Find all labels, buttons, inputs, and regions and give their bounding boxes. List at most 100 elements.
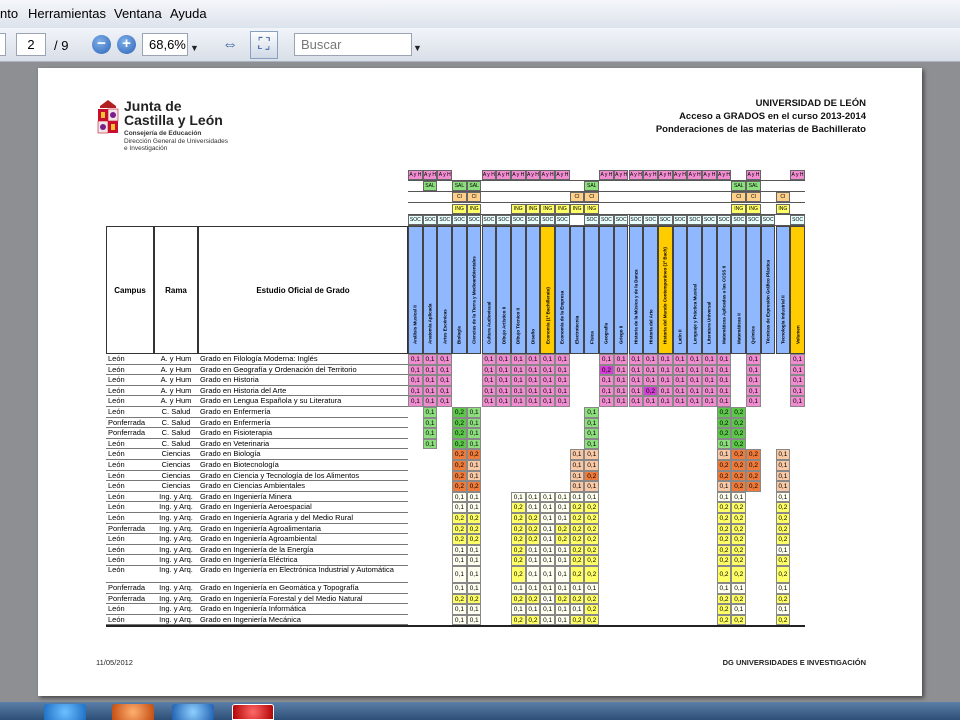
- weighting-value: 0,1: [657, 364, 673, 376]
- row-rama: C. Salud: [154, 407, 198, 418]
- weighting-value: 0,2: [510, 523, 526, 535]
- branch-code-cell: SOC: [452, 214, 467, 225]
- weighting-value: 0,2: [716, 407, 732, 418]
- weighting-value: 0,2: [466, 523, 482, 535]
- weighting-value: 0,2: [731, 544, 747, 556]
- row-campus: León: [106, 545, 154, 556]
- row-rama: Ing. y Arq.: [154, 513, 198, 524]
- weighting-value: 0,1: [731, 604, 747, 615]
- row-grado: Grado en Ingeniería Agroalimentaria: [198, 524, 408, 535]
- weighting-value: 0,1: [525, 544, 541, 556]
- weighting-value: 0,1: [584, 417, 600, 429]
- weighting-value: 0,1: [775, 470, 791, 482]
- weighting-value: 0,2: [731, 523, 747, 535]
- weighting-value: 0,1: [422, 354, 438, 365]
- weighting-value: 0,2: [510, 544, 526, 556]
- branch-code-cell: A y H: [540, 170, 555, 180]
- row-campus: León: [106, 407, 154, 418]
- row-campus: Ponferrada: [106, 428, 154, 439]
- row-campus: León: [106, 566, 154, 583]
- row-rama: Ing. y Arq.: [154, 604, 198, 615]
- weighting-value: 0,1: [643, 396, 658, 407]
- weighting-value: 0,1: [540, 614, 555, 626]
- subject-header: Economía de la Empresa: [555, 226, 570, 354]
- row-grado: Grado en Ingeniería Eléctrica: [198, 555, 408, 566]
- document-viewport[interactable]: Junta de Castilla y León Consejería de E…: [0, 62, 960, 702]
- row-campus: León: [106, 460, 154, 471]
- subject-header: Diseño: [525, 226, 541, 354]
- internet-explorer-taskbar-icon[interactable]: [172, 704, 214, 720]
- branch-code-cell: A y H: [422, 170, 438, 180]
- menu-ayuda[interactable]: Ayuda: [170, 6, 207, 21]
- acrobat-taskbar-icon[interactable]: [232, 704, 274, 720]
- search-input[interactable]: Buscar: [294, 33, 412, 56]
- row-campus: León: [106, 604, 154, 615]
- branch-code-cell: SAL: [746, 181, 761, 192]
- weighting-value: 0,2: [731, 534, 747, 545]
- powerpoint-taskbar-icon[interactable]: [112, 704, 154, 720]
- weighting-value: 0,2: [452, 438, 467, 450]
- subject-label: Artes Escénicas: [442, 309, 448, 344]
- row-rama: Ciencias: [154, 481, 198, 492]
- row-grado: Grado en Ingeniería Agraria y del Medio …: [198, 513, 408, 524]
- weighting-value: 0,1: [496, 385, 511, 397]
- subject-header: Biología: [452, 226, 467, 354]
- row-campus: León: [106, 365, 154, 376]
- menu-ventana[interactable]: Ventana: [114, 6, 162, 21]
- weighting-value: 0,1: [613, 385, 629, 397]
- weighting-value: 0,2: [569, 502, 585, 513]
- doc-title-weightings: Ponderaciones de las materias de Bachill…: [655, 124, 866, 135]
- weighting-value: 0,1: [510, 375, 526, 386]
- weighting-value: 0,1: [452, 566, 467, 583]
- weighting-value: 0,1: [496, 354, 511, 365]
- branch-code-cell: SOC: [525, 214, 541, 225]
- subject-header: Análisis Musical II: [408, 226, 423, 354]
- weighting-value: 0,1: [466, 614, 482, 626]
- header-estudio: Estudio Oficial de Grado: [198, 226, 408, 354]
- row-campus: Ponferrada: [106, 524, 154, 535]
- page-number-input[interactable]: 2: [16, 33, 46, 56]
- row-grado: Grado en Ingeniería de la Energía: [198, 545, 408, 556]
- weighting-value: 0,1: [510, 604, 526, 615]
- weighting-value: 0,2: [569, 555, 585, 566]
- branch-code-cell: A y H: [496, 170, 511, 180]
- weighting-value: 0,1: [555, 614, 570, 626]
- weighting-value: 0,2: [775, 614, 791, 626]
- branch-code-cell: SOC: [408, 214, 423, 225]
- weighting-value: 0,2: [731, 460, 747, 471]
- zoom-out-icon[interactable]: −: [92, 35, 111, 54]
- zoom-level-input[interactable]: 68,6%: [142, 33, 188, 56]
- weighting-value: 0,1: [408, 385, 423, 397]
- branch-code-cell: A y H: [437, 170, 453, 180]
- weighting-value: 0,1: [672, 396, 688, 407]
- weighting-value: 0,1: [525, 583, 541, 594]
- menu-herramientas[interactable]: Herramientas: [28, 6, 106, 21]
- weighting-value: 0,1: [584, 583, 600, 594]
- weighting-value: 0,1: [525, 396, 541, 407]
- skype-taskbar-icon[interactable]: [44, 704, 86, 720]
- weighting-value: 0,2: [775, 502, 791, 513]
- branch-code-cell: ING: [540, 203, 555, 214]
- zoom-in-icon[interactable]: +: [117, 35, 136, 54]
- weighting-value: 0,1: [702, 385, 717, 397]
- weighting-value: 0,1: [731, 583, 747, 594]
- weighting-value: 0,1: [790, 396, 805, 407]
- weighting-value: 0,1: [657, 385, 673, 397]
- weighting-value: 0,2: [731, 407, 747, 418]
- search-dropdown-icon[interactable]: ▼: [413, 43, 422, 53]
- weighting-value: 0,1: [790, 385, 805, 397]
- zoom-dropdown-icon[interactable]: ▼: [190, 43, 199, 53]
- branch-code-cell: A y H: [510, 170, 526, 180]
- page-total-label: / 9: [54, 38, 69, 53]
- menu-documento[interactable]: nto: [0, 6, 18, 21]
- subject-header: Latín II: [672, 226, 688, 354]
- weighting-value: 0,2: [731, 614, 747, 626]
- fit-width-icon[interactable]: ⇔: [216, 31, 244, 59]
- branch-code-cell: SOC: [702, 214, 717, 225]
- weighting-value: 0,2: [716, 604, 732, 615]
- fit-page-icon[interactable]: ⛶: [250, 31, 278, 59]
- weighting-value: 0,1: [555, 555, 570, 566]
- weighting-value: 0,1: [408, 396, 423, 407]
- weighting-value: 0,1: [437, 396, 453, 407]
- weighting-value: 0,1: [702, 364, 717, 376]
